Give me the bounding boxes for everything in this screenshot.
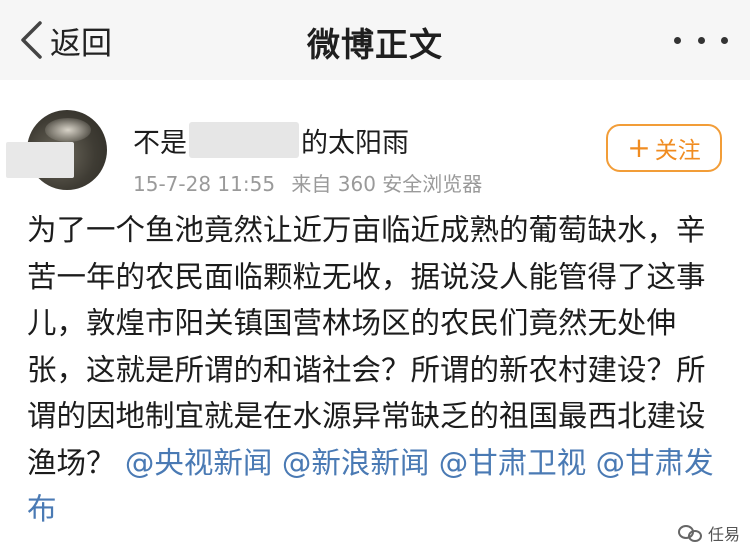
more-options-icon[interactable] [674,26,728,54]
post-meta: 15-7-28 11:55 来自 360 安全浏览器 [133,168,482,197]
watermark: 任易 [677,521,740,545]
watermark-text: 任易 [707,525,740,544]
page-title: 微博正文 [307,25,443,64]
dot [721,36,728,44]
weibo-post: 不是 的太阳雨 15-7-28 11:55 来自 360 安全浏览器 + 关注 … [0,80,750,555]
avatar-redaction [6,142,74,178]
mention-link[interactable]: @央视新闻 [125,446,273,480]
author-name[interactable]: 不是 的太阳雨 [133,120,409,160]
mention-link[interactable]: @甘肃卫视 [439,446,587,480]
post-source: 来自 360 安全浏览器 [291,172,483,196]
post-timestamp: 15-7-28 11:55 [133,172,276,196]
dot [674,36,681,44]
follow-button[interactable]: + 关注 [606,124,722,172]
top-navigation-bar: 返回 微博正文 [0,0,750,81]
wechat-logo-icon [677,523,702,543]
author-name-suffix: 的太阳雨 [301,127,409,159]
plus-icon: + [627,131,651,164]
name-redaction [189,122,299,158]
mention-link[interactable]: @新浪新闻 [282,446,430,480]
follow-label: 关注 [654,138,701,164]
dot [697,36,705,44]
author-name-prefix: 不是 [133,127,187,159]
post-body: 为了一个鱼池竟然让近万亩临近成熟的葡萄缺水，辛苦一年的农民面临颗粒无收，据说没人… [27,207,727,533]
post-text: 为了一个鱼池竟然让近万亩临近成熟的葡萄缺水，辛苦一年的农民面临颗粒无收，据说没人… [27,213,706,480]
